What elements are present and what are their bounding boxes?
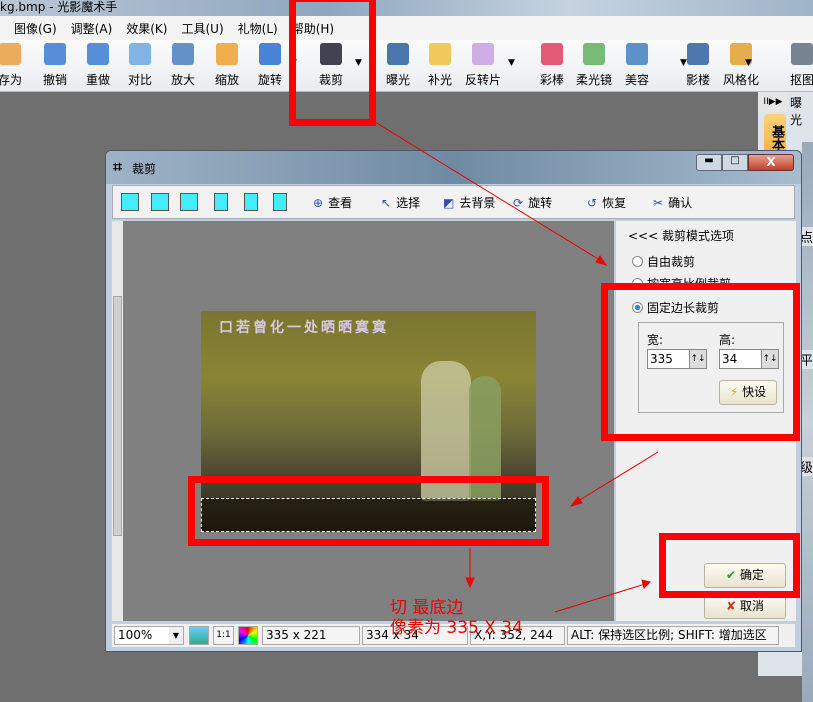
highlight-ok [659,533,800,598]
highlight-crop-tool [289,0,376,126]
highlight-selection [188,476,549,546]
highlight-fixed-size [601,283,800,441]
annotation-text: 像素为 335 X 34 [390,618,523,638]
